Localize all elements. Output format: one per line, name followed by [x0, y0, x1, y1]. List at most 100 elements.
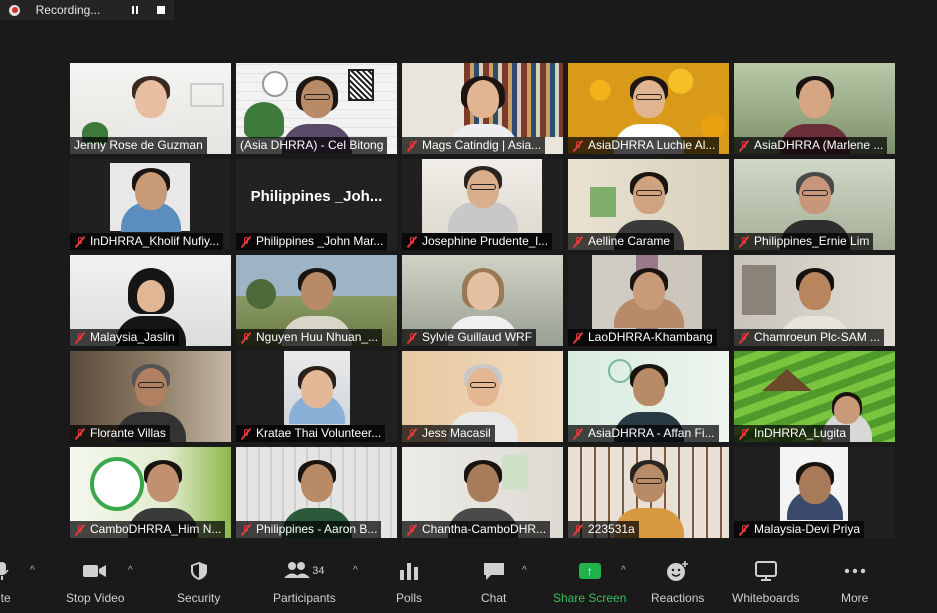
microphone-icon: [0, 559, 9, 583]
participants-options-chevron-icon[interactable]: ^: [353, 565, 358, 576]
video-tile[interactable]: CamboDHRRA_Him N...: [70, 447, 231, 538]
audio-options-chevron-icon[interactable]: ^: [30, 565, 35, 576]
bar-chart-icon: [399, 559, 419, 583]
ellipsis-icon: [844, 559, 866, 583]
video-tile[interactable]: Philippines_Ernie Lim: [734, 159, 895, 250]
video-tile[interactable]: Malaysia-Devi Priya: [734, 447, 895, 538]
participant-name: Florante Villas: [70, 425, 170, 442]
video-tile[interactable]: AsiaDHRRA Luchie Al...: [568, 63, 729, 154]
mic-muted-icon: [738, 332, 750, 344]
video-tile[interactable]: InDHRRA_Kholif Nufiy...: [70, 159, 231, 250]
video-tile-camera-off[interactable]: Philippines _Joh... Philippines _John Ma…: [236, 159, 397, 250]
shield-icon: [190, 559, 208, 583]
participant-name: AsiaDHRRA Luchie Al...: [568, 137, 720, 154]
video-tile[interactable]: 223531a: [568, 447, 729, 538]
video-tile[interactable]: Nguyen Huu Nhuan_...: [236, 255, 397, 346]
participants-button[interactable]: 34 Participants: [273, 559, 336, 605]
video-tile[interactable]: Chamroeun Plc-SAM ...: [734, 255, 895, 346]
share-options-chevron-icon[interactable]: ^: [621, 565, 626, 576]
video-gallery: Jenny Rose de Guzman (Asia DHRRA) - Cel …: [70, 63, 895, 538]
recording-indicator: Recording...: [0, 0, 174, 20]
more-button[interactable]: More: [841, 559, 868, 605]
meeting-toolbar: ute ^ Stop Video ^ Security 34 Participa…: [0, 553, 937, 613]
mic-muted-icon: [406, 140, 418, 152]
participant-name: Malaysia_Jaslin: [70, 329, 179, 346]
participant-name: InDHRRA_Lugita: [734, 425, 851, 442]
video-tile[interactable]: Kratae Thai Volunteer...: [236, 351, 397, 442]
participant-name: Kratae Thai Volunteer...: [236, 425, 386, 442]
video-camera-icon: [83, 559, 107, 583]
video-tile[interactable]: Aelline Carame: [568, 159, 729, 250]
video-tile[interactable]: Jess Macasil: [402, 351, 563, 442]
participant-name: CamboDHRRA_Him N...: [70, 521, 226, 538]
smiley-plus-icon: [666, 559, 690, 583]
participants-count: 34: [312, 565, 325, 577]
chat-button[interactable]: Chat: [481, 559, 506, 605]
stop-recording-button[interactable]: [148, 6, 174, 14]
video-tile[interactable]: Mags Catindig | Asia...: [402, 63, 563, 154]
video-tile[interactable]: AsiaDHRRA - Affan Fi...: [568, 351, 729, 442]
mic-muted-icon: [406, 236, 418, 248]
participant-name: Mags Catindig | Asia...: [402, 137, 546, 154]
video-tile[interactable]: Jenny Rose de Guzman: [70, 63, 231, 154]
share-screen-button[interactable]: ↑ Share Screen: [553, 559, 626, 605]
video-tile[interactable]: Chantha-CamboDHR...: [402, 447, 563, 538]
stop-video-button[interactable]: Stop Video: [66, 559, 125, 605]
mic-muted-icon: [74, 332, 86, 344]
mic-muted-icon: [572, 428, 584, 440]
video-tile-active-speaker[interactable]: (Asia DHRRA) - Cel Bitong: [236, 63, 397, 154]
video-tile[interactable]: Florante Villas: [70, 351, 231, 442]
mic-muted-icon: [572, 236, 584, 248]
mic-muted-icon: [738, 428, 750, 440]
participant-name: Chantha-CamboDHR...: [402, 521, 551, 538]
mic-muted-icon: [406, 332, 418, 344]
polls-button[interactable]: Polls: [396, 559, 422, 605]
participant-name: AsiaDHRRA - Affan Fi...: [568, 425, 719, 442]
mic-muted-icon: [240, 236, 252, 248]
mute-button[interactable]: ute: [0, 559, 11, 605]
video-tile[interactable]: Josephine Prudente_l...: [402, 159, 563, 250]
participant-name: Josephine Prudente_l...: [402, 233, 553, 250]
participant-name: (Asia DHRRA) - Cel Bitong: [236, 137, 388, 154]
participants-icon: [284, 561, 311, 582]
participant-name: AsiaDHRRA (Marlene ...: [734, 137, 888, 154]
participant-name: InDHRRA_Kholif Nufiy...: [70, 233, 224, 250]
video-tile[interactable]: Sylvie Guillaud WRF: [402, 255, 563, 346]
mic-muted-icon: [572, 524, 584, 536]
mic-muted-icon: [406, 524, 418, 536]
recording-dot-icon: [0, 4, 30, 16]
whiteboards-button[interactable]: Whiteboards: [732, 559, 799, 605]
video-tile[interactable]: Malaysia_Jaslin: [70, 255, 231, 346]
participant-name: 223531a: [568, 521, 639, 538]
video-tile[interactable]: InDHRRA_Lugita: [734, 351, 895, 442]
participant-name: Jenny Rose de Guzman: [70, 137, 207, 154]
security-button[interactable]: Security: [177, 559, 220, 605]
reactions-button[interactable]: Reactions: [651, 559, 704, 605]
video-tile[interactable]: Philippines - Aaron B...: [236, 447, 397, 538]
video-options-chevron-icon[interactable]: ^: [128, 565, 133, 576]
chat-bubble-icon: [483, 559, 505, 583]
participant-name: Chamroeun Plc-SAM ...: [734, 329, 885, 346]
video-tile[interactable]: AsiaDHRRA (Marlene ...: [734, 63, 895, 154]
participant-name: Jess Macasil: [402, 425, 495, 442]
participant-name: LaoDHRRA-Khambang: [568, 329, 717, 346]
chat-options-chevron-icon[interactable]: ^: [522, 565, 527, 576]
mic-muted-icon: [738, 140, 750, 152]
mic-muted-icon: [74, 428, 86, 440]
mic-muted-icon: [240, 332, 252, 344]
pause-icon: [132, 6, 139, 14]
participant-name: Sylvie Guillaud WRF: [402, 329, 537, 346]
mic-muted-icon: [74, 236, 86, 248]
participant-name: Philippines_Ernie Lim: [734, 233, 874, 250]
stop-icon: [157, 6, 166, 14]
recording-label: Recording...: [35, 3, 101, 17]
pause-recording-button[interactable]: [123, 6, 149, 14]
mic-muted-icon: [572, 332, 584, 344]
participant-name: Aelline Carame: [568, 233, 675, 250]
mic-muted-icon: [738, 236, 750, 248]
video-tile[interactable]: LaoDHRRA-Khambang: [568, 255, 729, 346]
mic-muted-icon: [406, 428, 418, 440]
mic-muted-icon: [240, 428, 252, 440]
share-arrow-icon: ↑: [578, 563, 601, 579]
participant-name: Philippines - Aaron B...: [236, 521, 382, 538]
